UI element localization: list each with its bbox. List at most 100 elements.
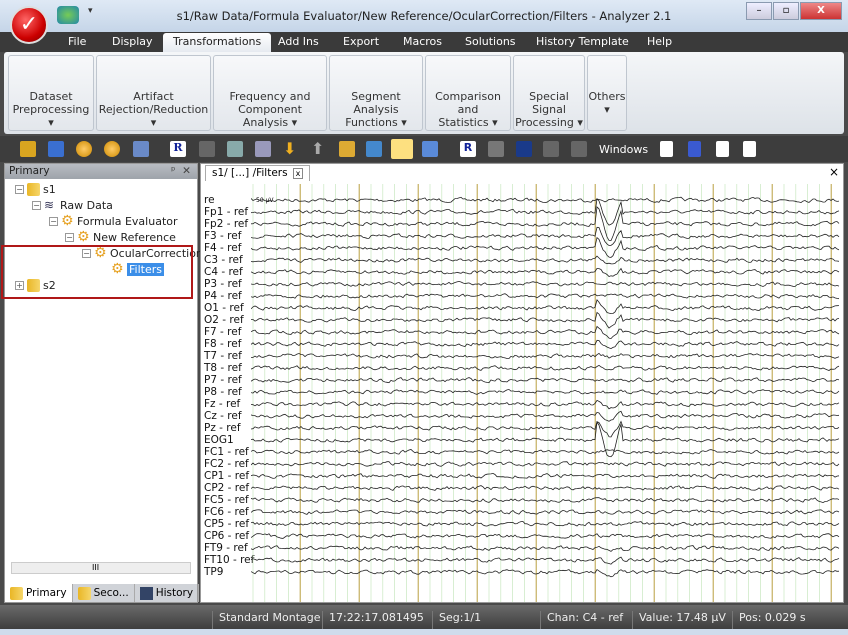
eeg-plot[interactable] [251, 184, 841, 602]
menu-macros[interactable]: Macros [403, 35, 442, 48]
menu-export[interactable]: Export [343, 35, 379, 48]
channel-label[interactable]: Cz - ref [204, 410, 254, 422]
r2-icon[interactable]: R [460, 141, 476, 157]
app-logo-button[interactable]: ✓ [10, 6, 48, 44]
channel-label[interactable]: T8 - ref [204, 362, 254, 374]
special-signal-processing-button[interactable]: Special Signal Processing ▾ [513, 55, 585, 131]
label: Dataset [29, 90, 73, 103]
menu-help[interactable]: Help [647, 35, 672, 48]
waveform-icon[interactable] [227, 141, 243, 157]
label: Artifact [133, 90, 174, 103]
channel-label[interactable]: O2 - ref [204, 314, 254, 326]
pin-close-icons[interactable]: ᵖ ✕ [171, 164, 191, 179]
menu-add-ins[interactable]: Add Ins [278, 35, 319, 48]
channel-label[interactable]: FT10 - ref [204, 554, 254, 566]
trace-ft10 [251, 556, 840, 565]
channel-label[interactable]: F8 - ref [204, 338, 254, 350]
arrow-down-icon[interactable]: ⬇ [283, 141, 299, 157]
channel-label[interactable]: C3 - ref [204, 254, 254, 266]
arrow-up-icon[interactable]: ⬆ [311, 141, 327, 157]
peak-icon[interactable] [339, 141, 355, 157]
close-button[interactable]: X [800, 2, 842, 20]
channel-label[interactable]: P8 - ref [204, 386, 254, 398]
horizontal-scrollbar[interactable]: III [11, 562, 191, 574]
zoom-in-icon[interactable] [76, 141, 92, 157]
tree-node-raw-data[interactable]: − ≋ Raw Data [32, 199, 113, 212]
tab-close-button[interactable]: x [292, 168, 304, 179]
channel-label[interactable]: TP9 [204, 566, 254, 578]
tree-node-new-reference[interactable]: − ⚙ New Reference [65, 230, 176, 244]
others-button[interactable]: Others ▾ [587, 55, 627, 131]
channel-label[interactable]: FC1 - ref [204, 446, 254, 458]
channel-label[interactable]: FC5 - ref [204, 494, 254, 506]
sg-icon[interactable] [199, 141, 215, 157]
channel-label[interactable]: F3 - ref [204, 230, 254, 242]
comparison-statistics-button[interactable]: Comparison and Statistics ▾ [425, 55, 511, 131]
tab-secondary[interactable]: Seco... [73, 584, 135, 602]
channel-label[interactable]: Fp2 - ref [204, 218, 254, 230]
channel-label[interactable]: CP6 - ref [204, 530, 254, 542]
grid-icon[interactable] [571, 141, 587, 157]
channel-label[interactable]: Pz - ref [204, 422, 254, 434]
document-close-button[interactable]: × [829, 165, 839, 179]
channel-label[interactable]: C4 - ref [204, 266, 254, 278]
segment-analysis-button[interactable]: Segment Analysis Functions ▾ [329, 55, 423, 131]
artifact-rejection-button[interactable]: Artifact Rejection/Reduction ▾ [96, 55, 211, 131]
channel-label[interactable]: F7 - ref [204, 326, 254, 338]
channel-label[interactable]: Fz - ref [204, 398, 254, 410]
menu-transformations[interactable]: Transformations [163, 33, 272, 52]
open-icon[interactable] [20, 141, 36, 157]
tile-horizontal-icon[interactable] [716, 141, 729, 157]
maximize-button[interactable]: ▫ [773, 2, 799, 20]
overview-icon[interactable] [48, 141, 64, 157]
channel-label[interactable]: P4 - ref [204, 290, 254, 302]
tab-primary[interactable]: Primary [5, 584, 73, 602]
disabled-icon[interactable] [543, 141, 559, 157]
channel-label[interactable]: FC2 - ref [204, 458, 254, 470]
frequency-component-analysis-button[interactable]: Frequency and Component Analysis ▾ [213, 55, 327, 131]
zoom-out-icon[interactable] [104, 141, 120, 157]
channel-label[interactable]: P3 - ref [204, 278, 254, 290]
channel-label[interactable]: FT9 - ref [204, 542, 254, 554]
window-border [0, 629, 848, 635]
cascade-icon[interactable] [660, 141, 673, 157]
channel-label[interactable]: Fp1 - ref [204, 206, 254, 218]
trace-p3 [251, 280, 840, 287]
channel-label[interactable]: T7 - ref [204, 350, 254, 362]
folder-icon [77, 586, 91, 600]
tree-node-formula-evaluator[interactable]: − ⚙ Formula Evaluator [49, 213, 178, 229]
dataset-preprocessing-button[interactable]: Dataset Preprocessing ▾ [8, 55, 94, 131]
channel-label[interactable]: F4 - ref [204, 242, 254, 254]
scale-icon[interactable] [133, 141, 149, 157]
scroll-thumb[interactable]: III [92, 563, 99, 572]
channel-label[interactable]: re [204, 194, 254, 206]
channel-label[interactable]: CP5 - ref [204, 518, 254, 530]
document-tab[interactable]: s1/ [...] /Filters x [205, 165, 311, 181]
menu-file[interactable]: File [68, 35, 86, 48]
markers-icon[interactable] [422, 141, 438, 157]
r-icon[interactable]: R [170, 141, 186, 157]
gear-icon: ⚙ [61, 213, 74, 229]
tile-vertical-icon[interactable] [743, 141, 756, 157]
menu-display[interactable]: Display [112, 35, 153, 48]
channel-label[interactable]: O1 - ref [204, 302, 254, 314]
trace-fc1 [251, 449, 840, 455]
menu-solutions[interactable]: Solutions [465, 35, 516, 48]
m-icon[interactable] [488, 141, 504, 157]
status-value: Value: 17.48 µV [632, 611, 726, 629]
tile-icon[interactable] [688, 141, 701, 157]
view-icon[interactable] [366, 141, 382, 157]
stacked-waves-icon[interactable] [255, 141, 271, 157]
channel-label[interactable]: P7 - ref [204, 374, 254, 386]
tree-node-s1[interactable]: − s1 [15, 183, 56, 196]
tab-history[interactable]: History [135, 584, 200, 602]
channel-label[interactable]: FC6 - ref [204, 506, 254, 518]
label: New Reference [93, 231, 176, 244]
active-view-icon[interactable] [391, 139, 413, 159]
channel-label[interactable]: EOG1 [204, 434, 254, 446]
menu-history-template[interactable]: History Template [536, 35, 629, 48]
minimize-button[interactable]: – [746, 2, 772, 20]
channel-label[interactable]: CP2 - ref [204, 482, 254, 494]
channel-label[interactable]: CP1 - ref [204, 470, 254, 482]
book-icon[interactable] [516, 141, 532, 157]
